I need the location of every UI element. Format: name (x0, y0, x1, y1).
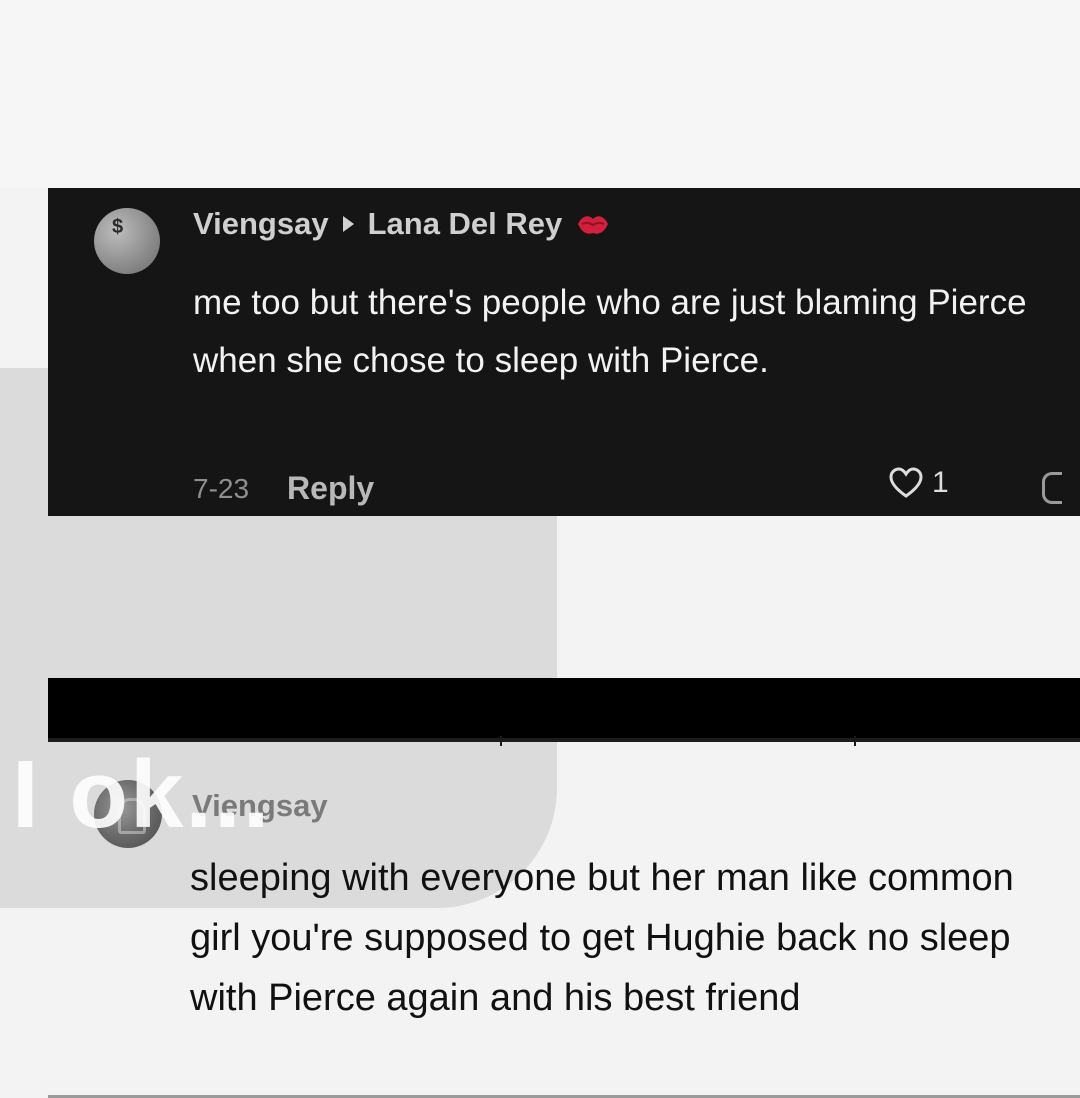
divider-tick (854, 736, 856, 746)
redaction-bar (48, 678, 1080, 738)
comment-author[interactable]: Viengsay (193, 206, 329, 242)
heart-icon[interactable] (888, 467, 924, 499)
avatar-icon[interactable]: $ (94, 208, 160, 274)
comment-meta: 7-23 Reply (193, 470, 374, 507)
comment-text: sleeping with everyone but her man like … (190, 857, 1014, 1019)
divider-tick (500, 736, 502, 746)
reply-to-user[interactable]: Lana Del Rey (368, 206, 563, 242)
lips-icon (578, 216, 609, 234)
avatar-glyph: $ (112, 216, 124, 238)
like-group[interactable]: 1 (888, 466, 949, 500)
comment-header: Viengsay Lana Del Rey (193, 206, 610, 242)
comment-date: 7-23 (193, 472, 250, 504)
arrow-right-icon (342, 216, 354, 232)
like-count: 1 (932, 466, 949, 499)
comment-icon[interactable] (1042, 472, 1062, 504)
comment-text: me too but there's people who are just b… (193, 283, 1027, 380)
reply-comment-card: $ Viengsay Lana Del Rey me too but there… (48, 188, 1080, 516)
overlay-text: I ok... (12, 741, 272, 848)
reply-button[interactable]: Reply (287, 470, 374, 507)
top-area (0, 0, 1080, 188)
screenshot-page: $ Viengsay Lana Del Rey me too but there… (0, 0, 1080, 1098)
